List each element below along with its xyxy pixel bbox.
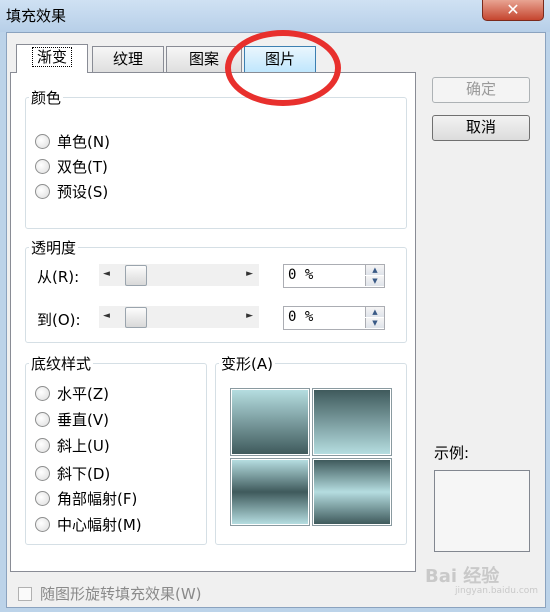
radio-preset[interactable]: 预设(S) (35, 181, 108, 202)
spin-up-icon[interactable]: ▲ (365, 307, 384, 317)
tab-texture-label: 纹理 (112, 50, 143, 68)
to-slider-thumb[interactable] (125, 307, 147, 328)
radio-circle (35, 412, 50, 427)
radio-one-color-label: 单色(N) (57, 133, 110, 151)
variant-swatch-4[interactable] (312, 458, 392, 526)
watermark-url: jingyan.baidu.com (455, 586, 539, 596)
transparency-group-title: 透明度 (29, 237, 79, 258)
to-label: 到(O): (37, 311, 81, 329)
window-title: 填充效果 (6, 7, 67, 25)
from-value: 0 % (288, 267, 314, 283)
shading-style-group-title: 底纹样式 (29, 353, 94, 374)
slider-left-arrow-icon[interactable]: ◄ (103, 269, 110, 279)
tab-texture[interactable]: 纹理 (92, 46, 164, 73)
to-value: 0 % (288, 309, 314, 325)
from-slider[interactable]: ◄ ► (99, 264, 259, 286)
radio-circle (35, 134, 50, 149)
radio-horizontal[interactable]: 水平(Z) (35, 383, 109, 404)
slider-right-arrow-icon[interactable]: ► (246, 311, 253, 321)
sample-preview (434, 470, 530, 552)
radio-circle (35, 491, 50, 506)
from-slider-thumb[interactable] (125, 265, 147, 286)
radio-diagonal-down[interactable]: 斜下(D) (35, 463, 110, 484)
radio-diagonal-up-label: 斜上(U) (57, 437, 110, 455)
rotate-with-shape-checkbox[interactable]: 随图形旋转填充效果(W) (18, 583, 202, 604)
radio-circle (35, 386, 50, 401)
to-value-spinner[interactable]: 0 % ▲ ▼ (283, 306, 385, 330)
slider-left-arrow-icon[interactable]: ◄ (103, 311, 110, 321)
radio-diagonal-up[interactable]: 斜上(U) (35, 435, 110, 456)
radio-from-corner[interactable]: 角部幅射(F) (35, 488, 137, 509)
radio-circle (35, 438, 50, 453)
title-bar: 填充效果 ✕ (0, 0, 550, 32)
red-annotation-circle (225, 30, 341, 106)
radio-circle (35, 159, 50, 174)
cancel-button[interactable]: 取消 (432, 115, 530, 141)
to-slider[interactable]: ◄ ► (99, 306, 259, 328)
color-group-title: 颜色 (29, 87, 64, 108)
radio-from-corner-label: 角部幅射(F) (57, 490, 138, 508)
tab-gradient-label: 渐变 (31, 47, 72, 67)
radio-circle (35, 184, 50, 199)
tab-panel-gradient: 颜色 单色(N) 双色(T) 预设(S) 透明度 从(R): ◄ ► 0 % ▲… (10, 72, 416, 572)
radio-preset-label: 预设(S) (57, 183, 109, 201)
variant-swatch-3[interactable] (230, 458, 310, 526)
rotate-with-shape-label: 随图形旋转填充效果(W) (40, 585, 202, 603)
tab-pattern-label: 图案 (188, 50, 219, 68)
spin-down-icon[interactable]: ▼ (365, 276, 384, 286)
radio-from-center[interactable]: 中心幅射(M) (35, 514, 142, 535)
radio-vertical-label: 垂直(V) (57, 411, 109, 429)
radio-vertical[interactable]: 垂直(V) (35, 409, 109, 430)
from-value-spinner[interactable]: 0 % ▲ ▼ (283, 264, 385, 288)
variant-swatch-2[interactable] (312, 388, 392, 456)
from-label: 从(R): (37, 268, 80, 286)
tab-gradient[interactable]: 渐变 (16, 44, 88, 73)
variants-group-title: 变形(A) (219, 353, 275, 374)
radio-horizontal-label: 水平(Z) (57, 385, 109, 403)
radio-diagonal-down-label: 斜下(D) (57, 465, 111, 483)
ok-button[interactable]: 确定 (432, 77, 530, 103)
slider-right-arrow-icon[interactable]: ► (246, 269, 253, 279)
radio-one-color[interactable]: 单色(N) (35, 131, 110, 152)
radio-two-colors[interactable]: 双色(T) (35, 156, 108, 177)
radio-from-center-label: 中心幅射(M) (57, 516, 142, 534)
spin-up-icon[interactable]: ▲ (365, 265, 384, 275)
variant-swatch-1[interactable] (230, 388, 310, 456)
spin-down-icon[interactable]: ▼ (365, 318, 384, 328)
watermark: Bai 经验 jingyan.baidu.com (425, 562, 538, 596)
radio-circle (35, 466, 50, 481)
watermark-text: Bai 经验 (425, 566, 500, 587)
sample-label: 示例: (434, 444, 470, 462)
checkbox-box[interactable] (18, 586, 32, 601)
close-button[interactable]: ✕ (482, 0, 544, 21)
radio-two-colors-label: 双色(T) (57, 158, 108, 176)
radio-circle (35, 517, 50, 532)
